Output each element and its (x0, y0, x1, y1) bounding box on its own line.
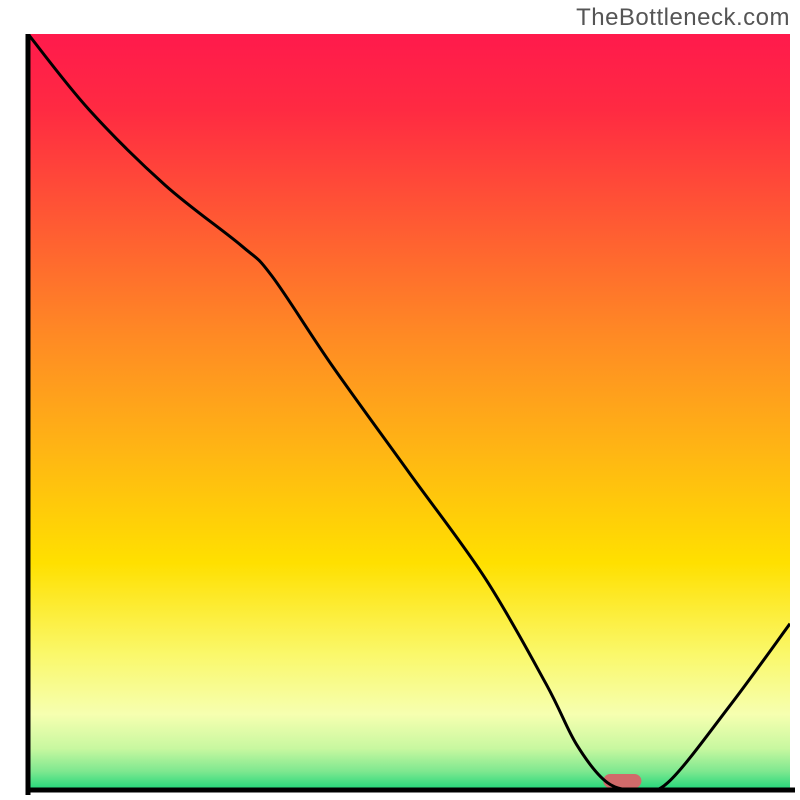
plot-area (28, 34, 790, 791)
chart-svg (0, 0, 800, 800)
chart-frame: TheBottleneck.com (0, 0, 800, 800)
watermark-text: TheBottleneck.com (576, 4, 790, 32)
target-marker (603, 774, 641, 788)
gradient-background (28, 34, 790, 790)
